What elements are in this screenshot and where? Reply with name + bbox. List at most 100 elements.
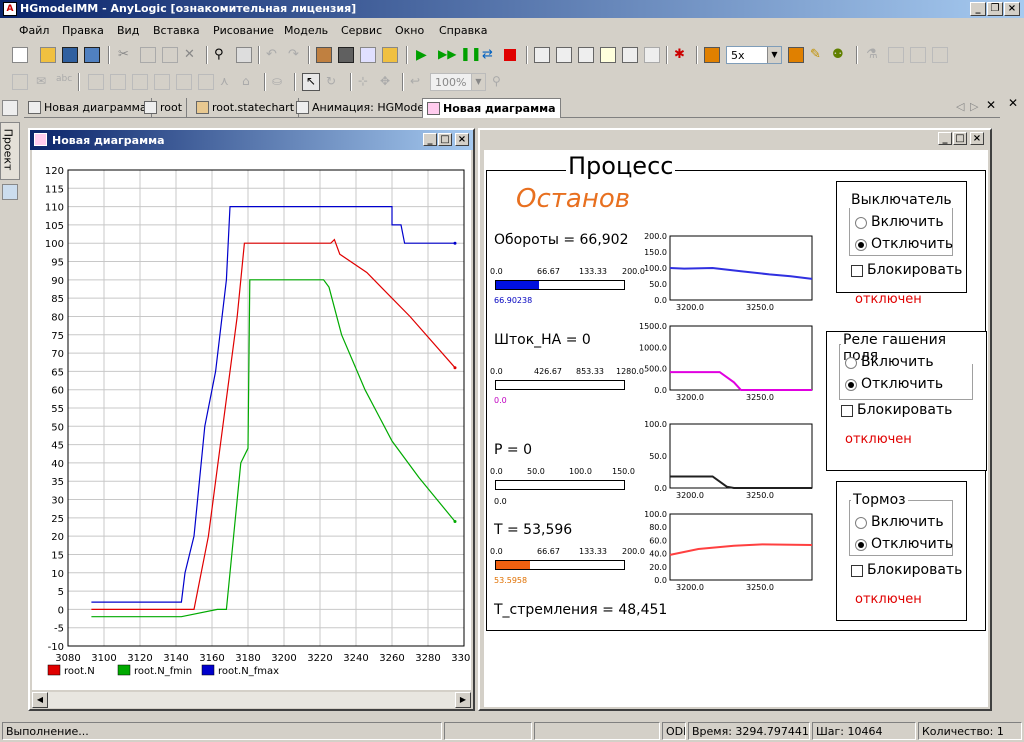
inner-maximize-button[interactable]: □ bbox=[438, 133, 452, 146]
inner-minimize-button[interactable]: _ bbox=[423, 133, 437, 146]
fx-1-icon[interactable]: ⚗ bbox=[866, 47, 882, 63]
brake-on-label[interactable]: Включить bbox=[871, 514, 944, 530]
connect-icon[interactable]: ⊹ bbox=[358, 74, 374, 90]
speed-select[interactable]: 5x ▼ bbox=[726, 46, 782, 64]
build-icon[interactable] bbox=[316, 47, 332, 63]
window-icon[interactable] bbox=[360, 47, 376, 63]
close-button[interactable]: × bbox=[1004, 2, 1020, 16]
tool-4-icon[interactable] bbox=[600, 47, 616, 63]
breaker-off-radio[interactable] bbox=[855, 239, 867, 251]
people-icon[interactable]: ⚉ bbox=[832, 47, 848, 63]
run-fast-icon[interactable]: ▶▶ bbox=[438, 47, 456, 63]
t2-5-icon[interactable] bbox=[154, 74, 170, 90]
breaker-block-label[interactable]: Блокировать bbox=[867, 262, 962, 278]
brake-off-label[interactable]: Отключить bbox=[871, 536, 953, 552]
tab-close-icon[interactable]: ✕ bbox=[986, 98, 996, 112]
field-relay-on-label[interactable]: Включить bbox=[861, 354, 934, 370]
breaker-block-checkbox[interactable] bbox=[851, 265, 863, 277]
t2-2-icon[interactable] bbox=[88, 74, 104, 90]
speed-down-icon[interactable] bbox=[704, 47, 720, 63]
project-view-icon[interactable] bbox=[2, 100, 18, 116]
menu-insert[interactable]: Вставка bbox=[153, 24, 200, 37]
menu-view[interactable]: Вид bbox=[117, 24, 139, 37]
speed-up-icon[interactable] bbox=[788, 47, 804, 63]
redo-icon[interactable]: ↷ bbox=[288, 47, 304, 63]
t2-4-icon[interactable] bbox=[132, 74, 148, 90]
tab-animation[interactable]: Анимация: HGModel bbox=[292, 98, 433, 118]
tab-scroll-right-icon[interactable]: ▷ bbox=[970, 100, 978, 113]
breaker-on-radio[interactable] bbox=[855, 217, 867, 229]
field-relay-off-label[interactable]: Отключить bbox=[861, 376, 943, 392]
horizontal-scrollbar[interactable]: ◀ ▶ bbox=[32, 692, 471, 708]
breaker-off-label[interactable]: Отключить bbox=[871, 236, 953, 252]
zoom-icon[interactable]: ⚲ bbox=[492, 74, 508, 90]
tab-scroll-left-icon[interactable]: ◁ bbox=[956, 100, 964, 113]
menu-draw[interactable]: Рисование bbox=[213, 24, 274, 37]
pointer-icon[interactable]: ↖ bbox=[302, 73, 320, 91]
back-icon[interactable]: ↩ bbox=[410, 74, 426, 90]
scroll-left-icon[interactable]: ◀ bbox=[32, 692, 48, 708]
field-relay-block-checkbox[interactable] bbox=[841, 405, 853, 417]
field-relay-off-radio[interactable] bbox=[845, 379, 857, 391]
move-icon[interactable]: ✥ bbox=[380, 74, 396, 90]
chevron-down-icon[interactable]: ▼ bbox=[471, 74, 485, 90]
folder-icon[interactable] bbox=[382, 47, 398, 63]
fx-4-icon[interactable] bbox=[932, 47, 948, 63]
t2-3-icon[interactable] bbox=[110, 74, 126, 90]
menu-model[interactable]: Модель bbox=[284, 24, 328, 37]
open-icon[interactable] bbox=[40, 47, 56, 63]
run-icon[interactable]: ▶ bbox=[416, 47, 432, 63]
tool-5-icon[interactable] bbox=[622, 47, 638, 63]
stop-icon[interactable] bbox=[504, 49, 516, 61]
t2-8-icon[interactable]: ⋏ bbox=[220, 74, 236, 90]
process-minimize-button[interactable]: _ bbox=[938, 132, 952, 145]
pan-icon[interactable]: ↻ bbox=[326, 74, 342, 90]
tool-1-icon[interactable] bbox=[534, 47, 550, 63]
brake-block-checkbox[interactable] bbox=[851, 565, 863, 577]
grid-icon[interactable] bbox=[236, 47, 252, 63]
find-icon[interactable]: ⚲ bbox=[214, 47, 230, 63]
process-maximize-button[interactable]: □ bbox=[953, 132, 967, 145]
scroll-right-icon[interactable]: ▶ bbox=[455, 692, 471, 708]
mail-icon[interactable]: ✉ bbox=[36, 74, 52, 90]
t2-9-icon[interactable]: ⌂ bbox=[242, 74, 258, 90]
minimize-button[interactable]: _ bbox=[970, 2, 986, 16]
layers-side-icon[interactable] bbox=[2, 184, 18, 200]
fx-3-icon[interactable] bbox=[910, 47, 926, 63]
debug-icon[interactable]: ✱ bbox=[674, 47, 690, 63]
tool-3-icon[interactable] bbox=[578, 47, 594, 63]
chevron-down-icon[interactable]: ▼ bbox=[767, 47, 781, 63]
tab-new-diagram-2[interactable]: Новая диаграмма bbox=[422, 98, 561, 118]
delete-icon[interactable]: ✕ bbox=[184, 47, 200, 63]
copy-icon[interactable] bbox=[140, 47, 156, 63]
cut-icon[interactable]: ✂ bbox=[118, 47, 134, 63]
save-icon[interactable] bbox=[62, 47, 78, 63]
process-close-button[interactable]: × bbox=[970, 132, 984, 145]
fx-2-icon[interactable] bbox=[888, 47, 904, 63]
field-relay-on-radio[interactable] bbox=[845, 357, 857, 369]
menu-window[interactable]: Окно bbox=[395, 24, 424, 37]
new-icon[interactable] bbox=[12, 47, 28, 63]
tab-statechart[interactable]: root.statechart bbox=[192, 98, 300, 118]
breaker-on-label[interactable]: Включить bbox=[871, 214, 944, 230]
inner-close-button[interactable]: × bbox=[455, 133, 469, 146]
project-side-tab[interactable]: Проект bbox=[0, 122, 20, 180]
zoom-select[interactable]: 100% ▼ bbox=[430, 73, 486, 91]
maximize-button[interactable]: ❐ bbox=[987, 2, 1003, 16]
abc-icon[interactable]: abc bbox=[56, 74, 72, 90]
t2-1-icon[interactable] bbox=[12, 74, 28, 90]
t2-7-icon[interactable] bbox=[198, 74, 214, 90]
t2-10-icon[interactable]: ⛀ bbox=[272, 74, 288, 90]
save-all-icon[interactable] bbox=[84, 47, 100, 63]
brake-block-label[interactable]: Блокировать bbox=[867, 562, 962, 578]
menu-edit[interactable]: Правка bbox=[62, 24, 104, 37]
menu-help[interactable]: Справка bbox=[439, 24, 487, 37]
brake-on-radio[interactable] bbox=[855, 517, 867, 529]
field-relay-block-label[interactable]: Блокировать bbox=[857, 402, 952, 418]
undo-icon[interactable]: ↶ bbox=[266, 47, 282, 63]
tool-6-icon[interactable] bbox=[644, 47, 660, 63]
tab-root[interactable]: root bbox=[140, 98, 188, 118]
menu-service[interactable]: Сервис bbox=[341, 24, 382, 37]
t2-6-icon[interactable] bbox=[176, 74, 192, 90]
step-icon[interactable]: ⇄ bbox=[482, 47, 498, 63]
